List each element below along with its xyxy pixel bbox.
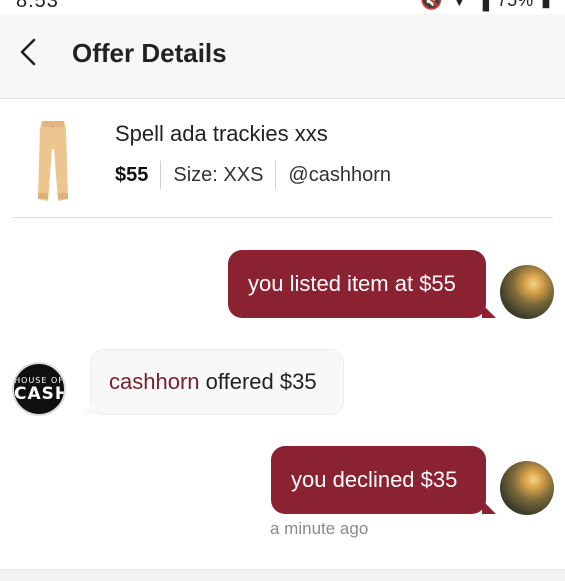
user-avatar[interactable] [500, 461, 554, 515]
message-timestamp: a minute ago [270, 519, 369, 538]
status-time: 8:53 [16, 0, 59, 12]
meta-divider [275, 161, 277, 189]
user-avatar[interactable] [500, 265, 554, 319]
meta-divider [160, 161, 162, 189]
battery-level: 75% [497, 0, 534, 10]
back-button[interactable] [14, 34, 44, 70]
header-bar: Offer Details [0, 14, 565, 99]
house-of-cash-avatar[interactable]: HOUSE OF CASH [12, 362, 66, 416]
status-icons: 🔇 ▼ ▐ 75% ▮ [420, 0, 551, 11]
status-bar: 8:53 🔇 ▼ ▐ 75% ▮ [0, 0, 565, 14]
bottom-bar [0, 569, 565, 581]
battery-icon: ▮ [541, 0, 551, 10]
message-bubble-incoming: cashhorn offered $35 [81, 349, 344, 415]
item-summary[interactable]: Spell ada trackies xxs $55 Size: XXS @ca… [0, 99, 565, 217]
message-username[interactable]: cashhorn [109, 369, 200, 395]
message-bubble-outgoing: you listed item at $55 [228, 250, 496, 318]
signal-icon: ▐ [476, 0, 490, 10]
avatar-logo-line2: CASH [14, 384, 66, 404]
item-title: Spell ada trackies xxs [115, 121, 328, 146]
message-text: you listed item at $55 [248, 271, 456, 296]
page-title: Offer Details [72, 38, 227, 68]
wifi-icon: ▼ [450, 0, 469, 10]
message-text: you declined $35 [291, 467, 458, 492]
message-text: offered $35 [205, 369, 317, 394]
item-meta: $55 Size: XXS @cashhorn [115, 161, 391, 189]
trackpants-image [38, 121, 68, 201]
seller-handle[interactable]: @cashhorn [288, 164, 391, 187]
message-bubble-outgoing: you declined $35 [271, 446, 496, 514]
item-price: $55 [115, 163, 149, 186]
section-divider [12, 217, 553, 218]
mute-icon: 🔇 [420, 0, 443, 10]
item-size: Size: XXS [173, 163, 264, 186]
chevron-left-icon [20, 38, 36, 66]
